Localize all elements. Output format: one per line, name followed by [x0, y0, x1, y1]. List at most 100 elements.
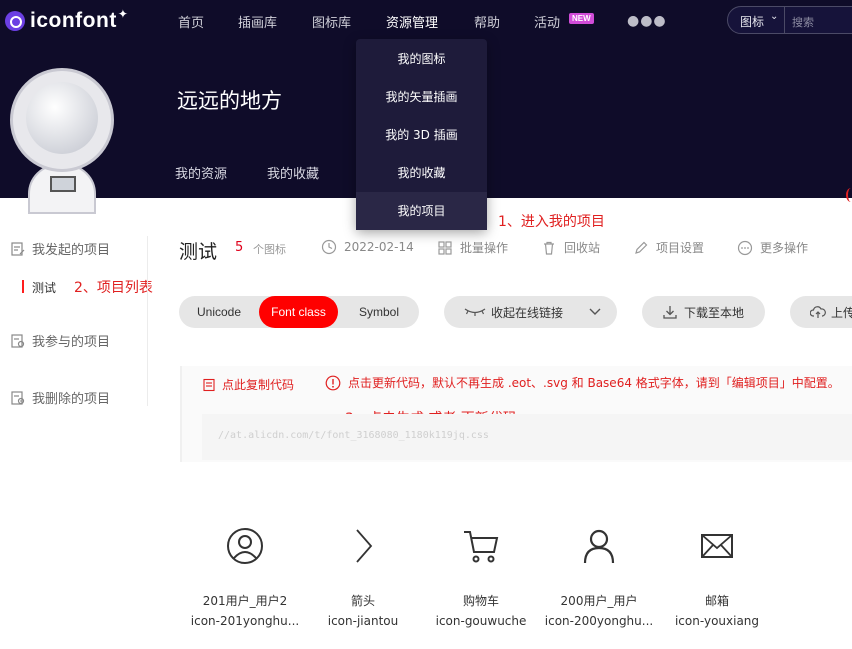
nav-item-illustrations[interactable]: 插画库	[238, 12, 277, 31]
alert-circle-icon	[325, 375, 341, 390]
new-badge: NEW	[569, 13, 594, 24]
copy-doc-icon	[203, 378, 215, 391]
eye-closed-icon	[464, 308, 486, 316]
search-box[interactable]: 图标 ⌄ 搜索	[727, 6, 852, 34]
icon-class-name: icon-youxiang	[674, 614, 760, 628]
sidebar-item-label: 我删除的项目	[32, 392, 111, 407]
grid-icon	[438, 240, 452, 255]
arrow-right-icon	[356, 529, 373, 563]
logo-text: iconfont	[30, 9, 117, 32]
avatar	[10, 68, 114, 214]
trash-icon	[544, 241, 554, 255]
active-indicator	[22, 280, 24, 293]
file-delete-icon	[11, 390, 25, 405]
user-icon	[583, 529, 615, 564]
avatar-panel	[50, 176, 76, 192]
collapse-link-button[interactable]: 收起在线链接	[444, 296, 617, 328]
file-search-icon	[11, 333, 25, 348]
batch-action-button[interactable]: 批量操作	[437, 239, 508, 256]
icon-card[interactable]: 200用户_用户 icon-200yonghu...	[540, 520, 658, 640]
icon-class-name: icon-201yonghu...	[190, 614, 300, 628]
sidebar-divider	[147, 236, 148, 406]
upload-button[interactable]: 上传	[790, 296, 852, 328]
icon-name: 箭头	[350, 594, 375, 608]
chevron-down-icon	[589, 308, 601, 315]
copy-code-label: 点此复制代码	[222, 378, 295, 392]
search-type-select[interactable]: 图标	[740, 13, 764, 30]
nav-item-home[interactable]: 首页	[178, 12, 204, 31]
icon-class-name: icon-gouwuche	[435, 614, 527, 628]
menu-item-my-icons[interactable]: 我的图标	[356, 40, 487, 78]
icon-name: 201用户_用户2	[202, 594, 288, 608]
collapse-link-label: 收起在线链接	[491, 305, 564, 320]
icon-count-unit: 个图标	[253, 243, 286, 256]
logo-plus-icon: ✦	[117, 7, 128, 21]
search-input[interactable]: 搜索	[792, 14, 814, 30]
batch-action-label: 批量操作	[460, 241, 509, 255]
recycle-bin-button[interactable]: 回收站	[541, 239, 600, 256]
sidebar-item-joined-projects[interactable]: 我参与的项目	[10, 331, 110, 350]
resource-dropdown-menu: 我的图标 我的矢量插画 我的 3D 插画 我的收藏 我的项目	[356, 39, 487, 230]
copy-code-link[interactable]: 点此复制代码	[202, 376, 294, 393]
icon-card[interactable]: 箭头 icon-jiantou	[304, 520, 422, 640]
cloud-upload-icon	[810, 306, 826, 318]
sidebar-subitem-test[interactable]: 测试	[32, 279, 56, 296]
annotation-mark	[846, 188, 852, 202]
nav-item-help[interactable]: 帮助	[474, 12, 500, 31]
search-divider	[784, 7, 785, 33]
more-actions-label: 更多操作	[760, 241, 809, 255]
format-tabs: Unicode Font class Symbol	[179, 296, 419, 328]
css-link-url[interactable]: //at.alicdn.com/t/font_3168080_1180k119j…	[218, 430, 489, 441]
date-text: 2022-02-14	[344, 240, 414, 254]
sidebar-item-initiated-projects[interactable]: 我发起的项目	[10, 239, 110, 258]
tab-symbol[interactable]: Symbol	[339, 296, 419, 328]
edit-icon	[635, 241, 648, 254]
clock-icon	[321, 239, 337, 255]
nav-item-activity[interactable]: 活动	[534, 12, 560, 31]
user-name: 远远的地方	[177, 89, 282, 113]
chevron-down-icon: ⌄	[770, 11, 779, 22]
logo-mark-icon	[5, 11, 25, 31]
update-code-text: 点击更新代码，默认不再生成 .eot、.svg 和 Base64 格式字体，请到…	[348, 376, 840, 390]
project-settings-button[interactable]: 项目设置	[633, 239, 704, 256]
annotation-step2: 2、项目列表	[74, 280, 153, 296]
logo[interactable]: iconfont ✦	[5, 7, 128, 33]
more-actions-button[interactable]: 更多操作	[737, 239, 808, 256]
icon-card[interactable]: 邮箱 icon-youxiang	[658, 520, 776, 640]
more-icon[interactable]: ●●●	[627, 13, 667, 29]
sidebar-item-label: 我参与的项目	[32, 335, 111, 350]
nav-item-resource-management[interactable]: 资源管理	[386, 12, 438, 31]
sidebar-item-deleted-projects[interactable]: 我删除的项目	[10, 388, 110, 407]
upload-label: 上传	[831, 305, 852, 320]
project-title: 测试	[179, 241, 218, 263]
menu-item-my-vector-illustrations[interactable]: 我的矢量插画	[356, 78, 487, 116]
file-edit-icon	[11, 241, 25, 256]
update-code-link[interactable]: 点击更新代码，默认不再生成 .eot、.svg 和 Base64 格式字体，请到…	[325, 374, 840, 391]
code-panel-border	[180, 366, 182, 462]
top-nav: iconfont ✦ 首页 插画库 图标库 资源管理 帮助 活动 NEW ●●●…	[0, 0, 852, 40]
icon-card[interactable]: 购物车 icon-gouwuche	[422, 520, 540, 640]
download-button[interactable]: 下载至本地	[642, 296, 765, 328]
tab-font-class[interactable]: Font class	[259, 296, 338, 328]
project-settings-label: 项目设置	[656, 241, 705, 255]
icon-name: 购物车	[462, 594, 499, 608]
avatar-visor	[26, 82, 98, 154]
icon-class-name: icon-200yonghu...	[544, 614, 654, 628]
user-circle-icon	[227, 528, 263, 564]
sidebar-item-label: 我发起的项目	[32, 243, 111, 258]
tab-unicode[interactable]: Unicode	[179, 296, 259, 328]
icon-name: 200用户_用户	[560, 594, 638, 608]
menu-item-my-projects[interactable]: 我的项目	[356, 192, 487, 230]
icon-count: 5	[235, 240, 244, 255]
menu-item-my-3d-illustrations[interactable]: 我的 3D 插画	[356, 116, 487, 154]
project-date: 2022-02-14	[321, 239, 414, 255]
nav-item-icon-library[interactable]: 图标库	[312, 12, 351, 31]
icon-card[interactable]: 201用户_用户2 icon-201yonghu...	[186, 520, 304, 640]
icon-class-name: icon-jiantou	[327, 614, 399, 628]
tab-my-resources[interactable]: 我的资源	[175, 163, 227, 182]
download-label: 下载至本地	[684, 305, 745, 320]
mail-icon	[701, 534, 733, 558]
tab-my-favorites[interactable]: 我的收藏	[267, 163, 319, 182]
more-circle-icon	[737, 240, 753, 255]
menu-item-my-favorites[interactable]: 我的收藏	[356, 154, 487, 192]
